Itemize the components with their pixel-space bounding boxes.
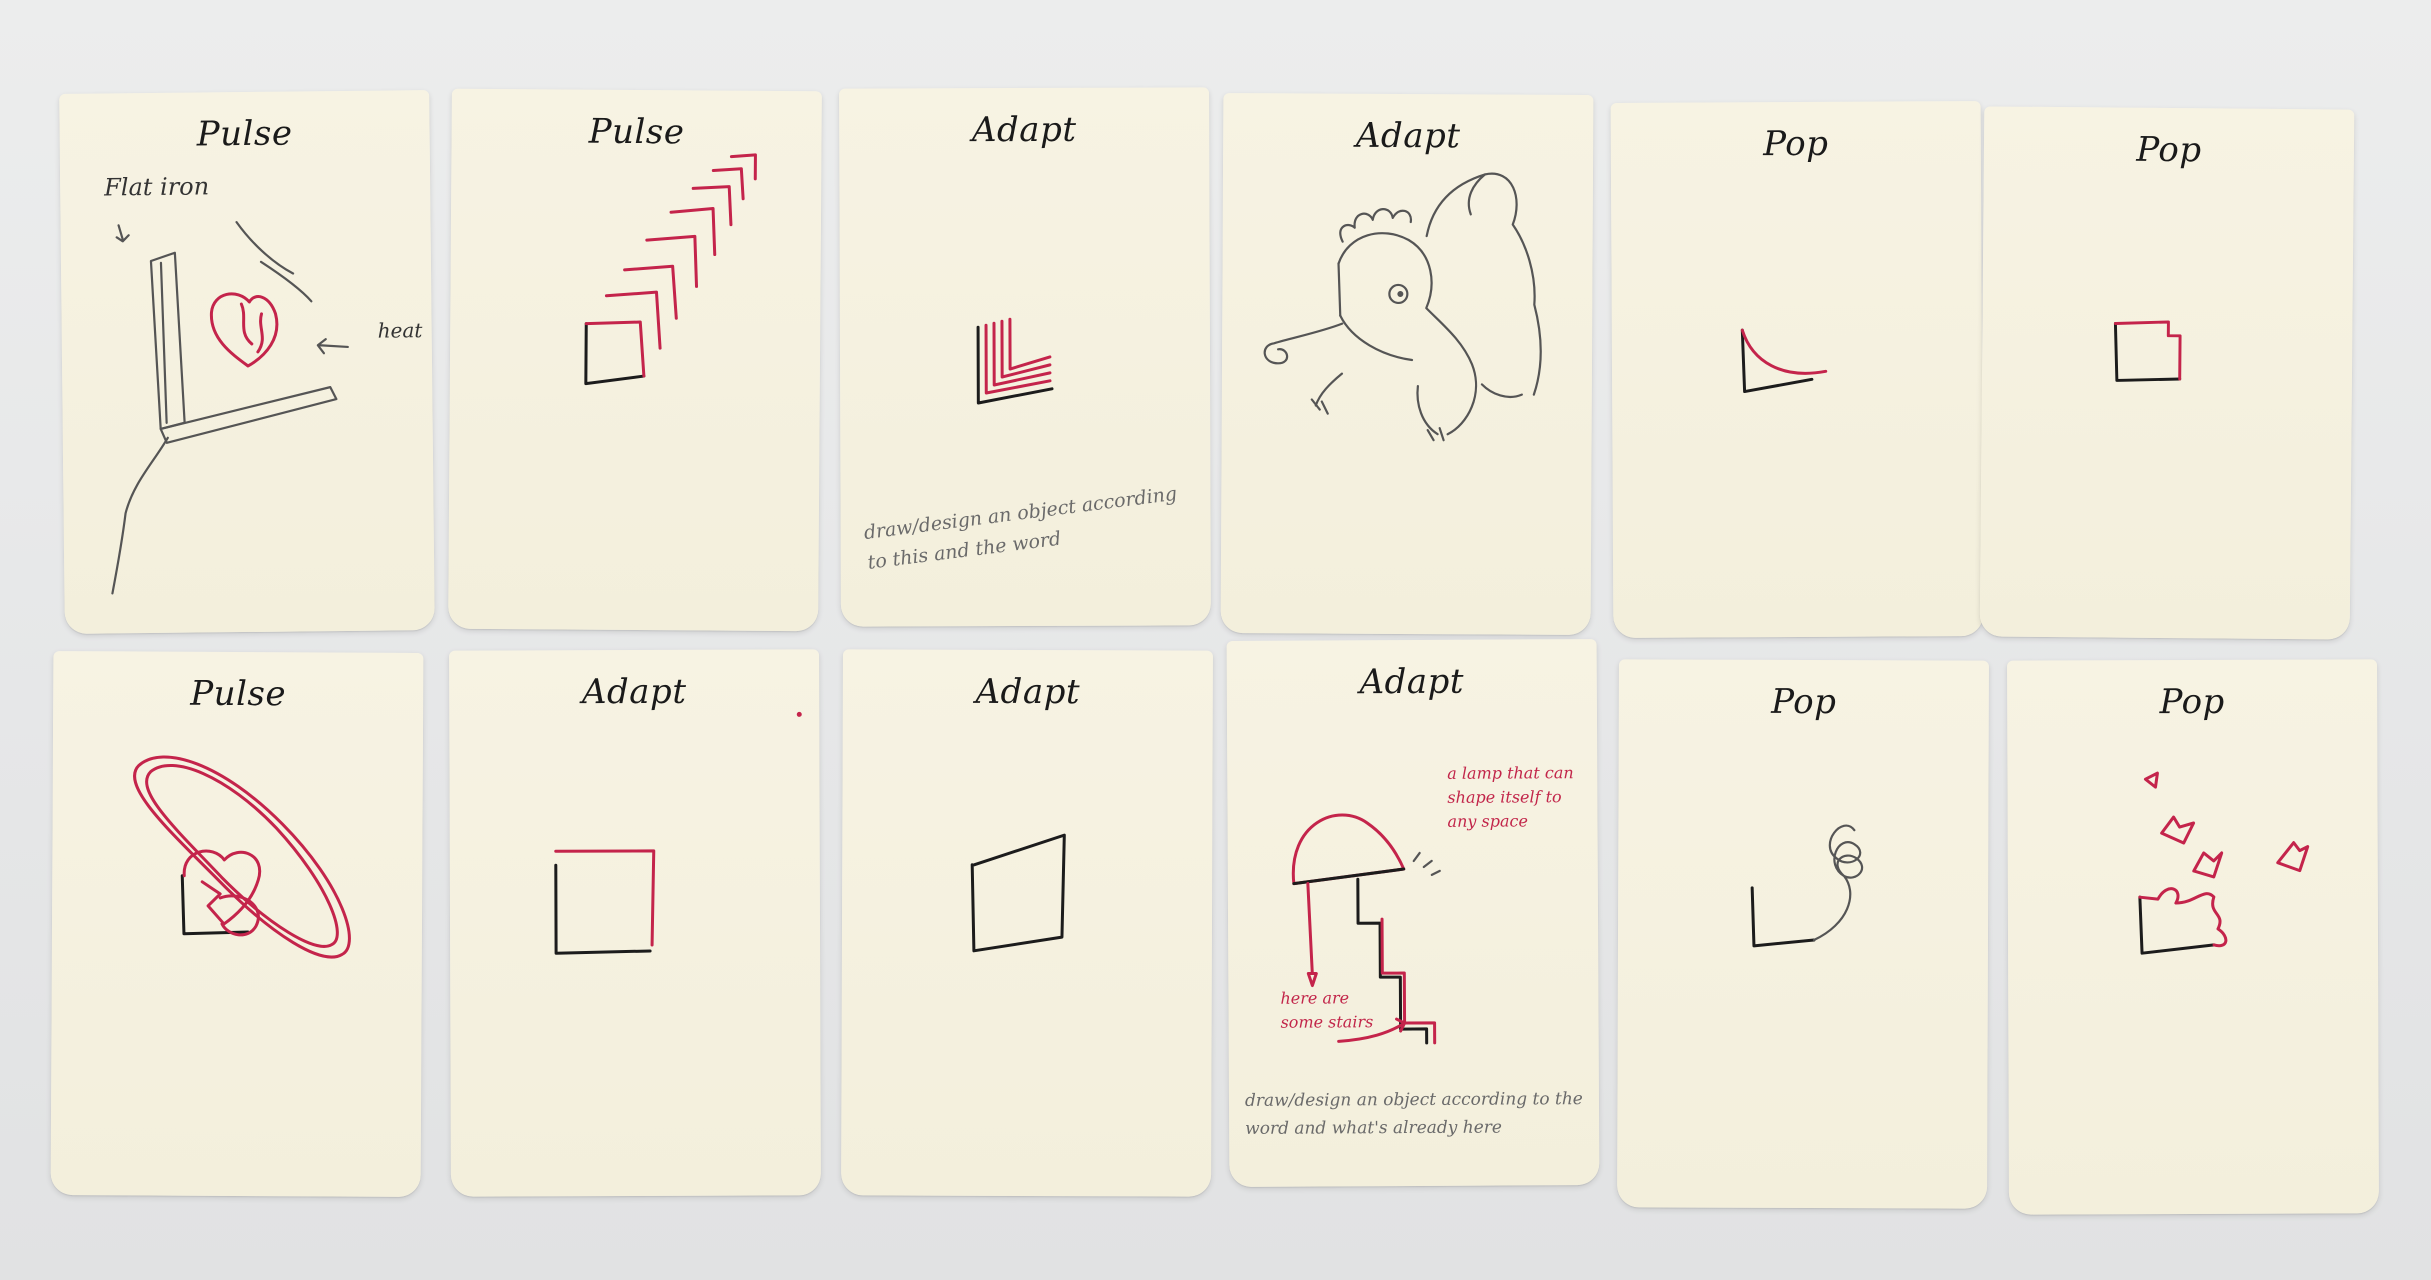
card-pop-spring: Pop <box>1617 659 1989 1209</box>
pop-notched-square-drawing <box>2113 320 2182 382</box>
card-pop-curve: Pop <box>1610 101 1984 638</box>
card-adapt-lamp: Adapt a lamp that can shape itself to an… <box>1226 639 1600 1187</box>
card-pop-notched: Pop <box>1979 106 2355 640</box>
photo-scene: Pulse Flat iron heat Pulse Adapt draw/de… <box>0 0 2431 1280</box>
card-pulse-flat-iron: Pulse Flat iron heat <box>59 90 435 634</box>
pop-fragments-drawing <box>2138 771 2310 955</box>
dinosaur-drawing <box>1263 172 1542 442</box>
card-adapt-dinosaur: Adapt <box>1220 93 1594 635</box>
card-adapt-nested: Adapt draw/design an object according to… <box>839 87 1211 627</box>
card-pulse-heart: Pulse <box>50 651 424 1197</box>
flat-iron-heart-drawing <box>111 221 349 595</box>
square-red-top-drawing <box>554 711 802 955</box>
stairs-annotation: here are some stairs <box>1280 988 1374 1032</box>
instruction-note: draw/design an object according to the w… <box>1244 1089 1583 1139</box>
lamp-annotation: a lamp that can shape itself to any spac… <box>1447 763 1574 831</box>
card-pulse-steps: Pulse <box>448 88 822 632</box>
card-adapt-square-red-top: Adapt <box>449 649 821 1197</box>
pop-spring-drawing <box>1750 824 1864 948</box>
card-pop-fragments: Pop <box>2007 659 2379 1215</box>
skewed-square-drawing <box>970 833 1066 953</box>
pulsing-square-drawing <box>584 153 757 386</box>
card-adapt-skewed-square: Adapt <box>841 649 1213 1197</box>
pop-curve-drawing <box>1740 328 1828 394</box>
broken-heart-pulse-drawing <box>133 755 351 959</box>
